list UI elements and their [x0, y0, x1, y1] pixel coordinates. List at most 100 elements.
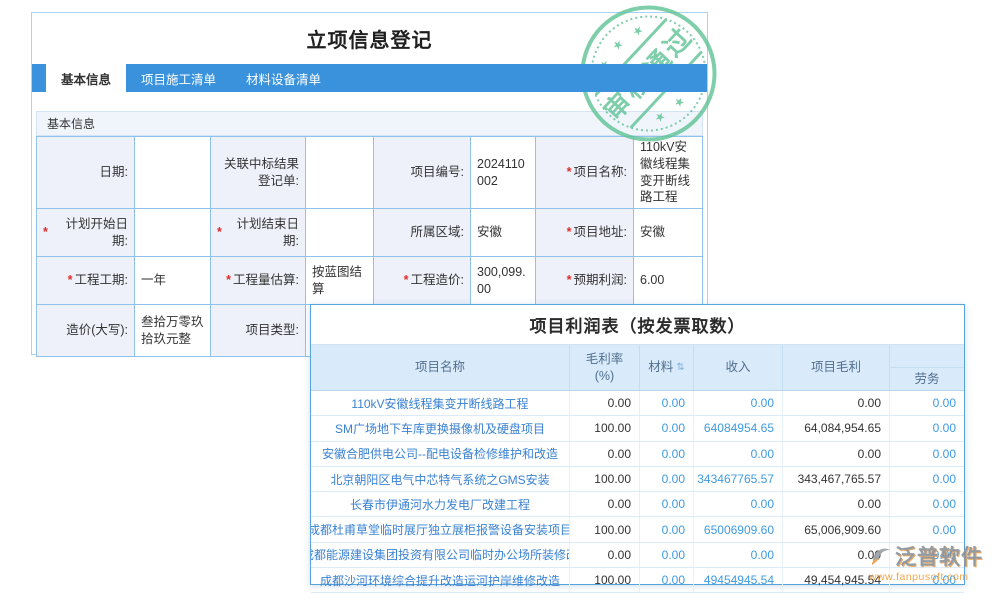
field-label: * 预期利润:: [536, 257, 634, 305]
field-label: * 工程量估算:: [211, 257, 306, 305]
labor-value[interactable]: 0.00: [889, 517, 964, 542]
tab-basic-info[interactable]: 基本信息: [46, 64, 127, 92]
required-asterisk: *: [67, 273, 73, 288]
project-name-link[interactable]: SM广场地下车库更换摄像机及硬盘项目: [311, 416, 569, 440]
project-name-link[interactable]: 北京朝阳区电气中芯特气系统之GMS安装: [311, 467, 569, 491]
material-value[interactable]: 0.00: [639, 492, 693, 517]
field-label-text: 计划开始日期:: [65, 216, 128, 248]
project-name-link[interactable]: 110kV安徽线程集变开断线路工程: [311, 391, 569, 415]
field-label: * 项目地址:: [536, 209, 634, 257]
field-label-text: 工程工期:: [74, 273, 128, 288]
project-gross-profit-value: 0.00: [782, 441, 889, 466]
tab-material-equipment-list[interactable]: 材料设备清单: [231, 64, 336, 92]
field-label-text: 关联中标结果登记单:: [223, 156, 299, 188]
table-row: SM广场地下车库更换摄像机及硬盘项目 100.00 0.00 64084954.65 6…: [311, 416, 964, 442]
income-value[interactable]: 0.00: [693, 542, 782, 568]
field-label-text: 造价(大写):: [66, 323, 128, 338]
income-value[interactable]: 49454945.54: [693, 568, 782, 593]
project-gross-profit-value: 343,467,765.57: [782, 466, 889, 492]
field-value[interactable]: 2024110002: [471, 137, 536, 209]
field-value[interactable]: 按蓝图结算: [306, 257, 374, 305]
income-value[interactable]: 0.00: [693, 492, 782, 517]
required-asterisk: *: [566, 225, 572, 240]
required-asterisk: *: [43, 225, 48, 240]
material-value[interactable]: 0.00: [639, 517, 693, 542]
profit-table-window: 项目利润表（按发票取数） 项目名称 毛利率 (%) 材料 ⇅ 收入 项目毛利 劳…: [310, 304, 965, 594]
field-value[interactable]: 110kV安徽线程集变开断线路工程: [634, 137, 703, 209]
field-label: * 计划开始日期:: [37, 209, 135, 257]
labor-value[interactable]: 0.00: [889, 391, 964, 416]
project-gross-profit-value: 0.00: [782, 492, 889, 517]
project-gross-profit-value: 65,006,909.60: [782, 517, 889, 542]
gross-margin-value: 100.00: [569, 416, 639, 441]
material-value[interactable]: 0.00: [639, 568, 693, 593]
tab-construction-list[interactable]: 项目施工清单: [126, 64, 231, 92]
project-gross-profit-value: 64,084,954.65: [782, 416, 889, 441]
income-value[interactable]: 343467765.57: [693, 466, 782, 492]
gross-margin-value: 100.00: [569, 466, 639, 492]
vendor-watermark: 泛普软件 www.fanpusoft.com: [869, 541, 997, 583]
labor-value[interactable]: 0.00: [889, 441, 964, 466]
field-value[interactable]: 安徽: [634, 209, 703, 257]
field-value[interactable]: 安徽: [471, 209, 536, 257]
gross-margin-value: 100.00: [569, 568, 639, 593]
table-row: 成都能源建设集团投资有限公司临时办公场所装修改 0.00 0.00 0.00 0.00 0…: [311, 542, 964, 569]
form-row: 日期: 关联中标结果登记单: 项目编号: 2024110002 * 项目名称: 110kV安…: [37, 137, 703, 209]
column-header-labor: 劳务: [889, 345, 964, 390]
field-label-text: 所属区域:: [410, 225, 464, 240]
field-value[interactable]: [135, 209, 211, 257]
field-label: * 工程造价:: [374, 257, 471, 305]
field-label-text: 工程造价:: [410, 273, 464, 288]
project-name-link[interactable]: 成都沙河环境综合提升改造运河护岸维修改造: [311, 568, 569, 592]
field-value[interactable]: [306, 137, 374, 209]
field-label: 项目编号:: [374, 137, 471, 209]
field-label: * 计划结束日期:: [211, 209, 306, 257]
brand-name: 泛普软件: [895, 546, 983, 569]
required-asterisk: *: [226, 273, 232, 288]
material-value[interactable]: 0.00: [639, 391, 693, 416]
field-value[interactable]: 6.00: [634, 257, 703, 305]
material-value[interactable]: 0.00: [639, 416, 693, 441]
field-label: 日期:: [37, 137, 135, 209]
stamp-star: ★: [609, 36, 627, 53]
labor-value[interactable]: 0.00: [889, 466, 964, 492]
material-value[interactable]: 0.00: [639, 542, 693, 568]
project-name-link[interactable]: 成都杜甫草堂临时展厅独立展柜报警设备安装项目: [311, 517, 569, 541]
income-value[interactable]: 0.00: [693, 391, 782, 416]
labor-value[interactable]: 0.00: [889, 492, 964, 517]
project-name-link[interactable]: 安徽合肥供电公司--配电设备检修维护和改造: [311, 442, 569, 466]
field-label-text: 项目类型:: [245, 323, 299, 338]
gross-margin-value: 0.00: [569, 391, 639, 416]
income-value[interactable]: 0.00: [693, 441, 782, 466]
column-header-project-name: 项目名称: [414, 360, 465, 375]
table-row: 北京朝阳区电气中芯特气系统之GMS安装 100.00 0.00 343467765.5…: [311, 466, 964, 493]
form-row: * 工程工期: 一年 * 工程量估算: 按蓝图结算 * 工程造价: 300,099.00 * 预期利…: [37, 257, 703, 305]
column-header-material-label: 材料: [648, 360, 674, 375]
field-value[interactable]: 叁拾万零玖拾玖元整: [135, 305, 211, 357]
field-value[interactable]: [306, 209, 374, 257]
field-value[interactable]: [135, 137, 211, 209]
field-label-text: 预期利润:: [573, 273, 627, 288]
sort-icon[interactable]: ⇅: [676, 361, 684, 374]
income-value[interactable]: 64084954.65: [693, 416, 782, 441]
field-label: * 工程工期:: [37, 257, 135, 305]
field-label: 所属区域:: [374, 209, 471, 257]
required-asterisk: *: [566, 273, 572, 288]
field-label: 项目类型:: [211, 305, 306, 357]
table-row: 长春市伊通河水力发电厂改建工程 0.00 0.00 0.00 0.00 0.00: [311, 492, 964, 518]
brand-url[interactable]: www.fanpusoft.com: [869, 571, 997, 583]
material-value[interactable]: 0.00: [639, 466, 693, 492]
column-header-gross-margin: 毛利率 (%): [569, 345, 639, 390]
field-value[interactable]: 一年: [135, 257, 211, 305]
field-value[interactable]: 300,099.00: [471, 257, 536, 305]
project-name-link[interactable]: 长春市伊通河水力发电厂改建工程: [311, 492, 569, 516]
material-value[interactable]: 0.00: [639, 441, 693, 466]
project-name-link[interactable]: 成都能源建设集团投资有限公司临时办公场所装修改: [311, 543, 569, 567]
field-label-text: 日期:: [99, 165, 128, 180]
income-value[interactable]: 65006909.60: [693, 517, 782, 542]
field-label: 关联中标结果登记单:: [211, 137, 306, 209]
table-row: 成都沙河环境综合提升改造运河护岸维修改造 100.00 0.00 49454945.5…: [311, 568, 964, 594]
gross-margin-value: 100.00: [569, 517, 639, 542]
profit-table-title: 项目利润表（按发票取数）: [311, 305, 964, 345]
labor-value[interactable]: 0.00: [889, 416, 964, 441]
